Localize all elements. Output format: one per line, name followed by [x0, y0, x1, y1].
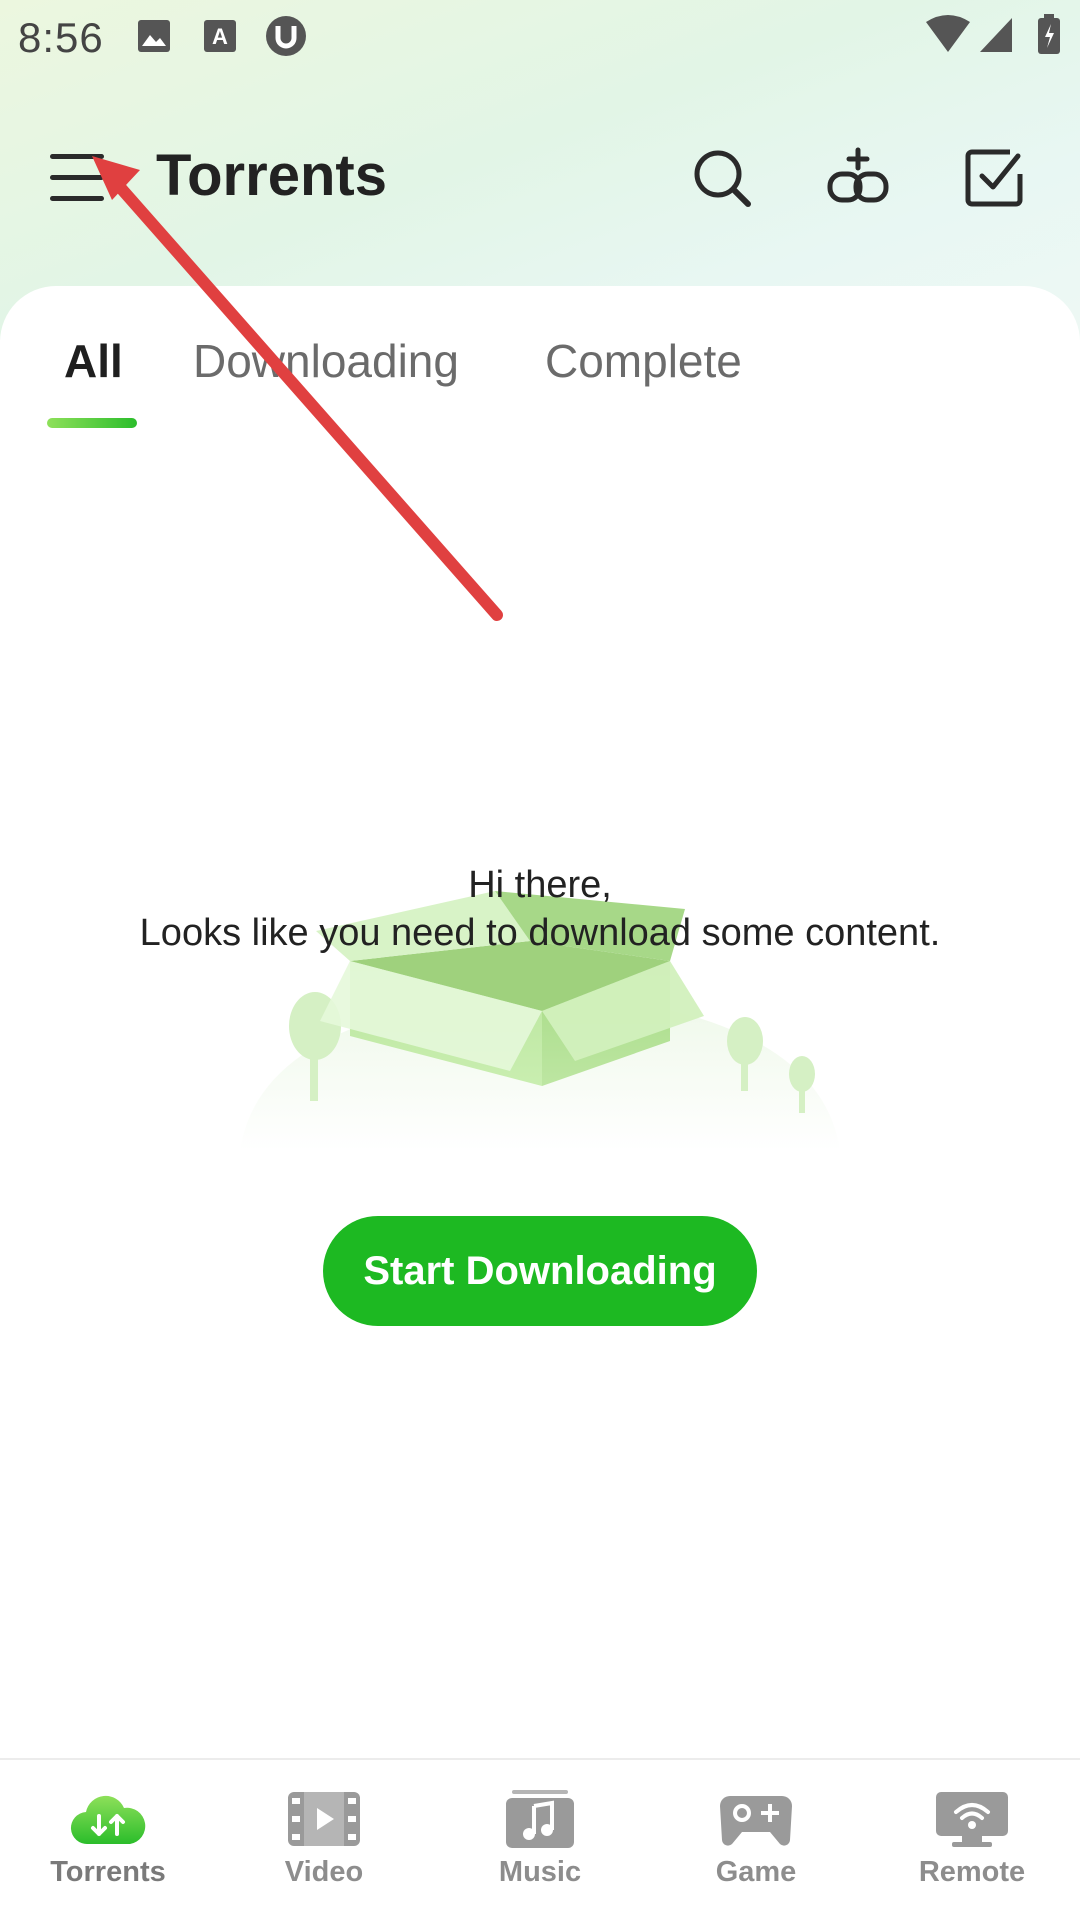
nav-label-game: Game	[715, 1856, 797, 1888]
font-a-icon: A	[204, 20, 236, 52]
tab-complete[interactable]: Complete	[545, 334, 742, 388]
nav-label-video: Video	[284, 1856, 364, 1888]
empty-box-illustration	[240, 891, 840, 1151]
status-bar: 8:56 A	[0, 0, 1080, 76]
wifi-icon	[926, 15, 970, 52]
top-app-bar: Torrents	[0, 120, 1080, 240]
tab-downloading[interactable]: Downloading	[193, 334, 459, 388]
tab-active-indicator	[47, 418, 137, 428]
gamepad-icon	[720, 1796, 792, 1846]
status-time: 8:56	[18, 14, 104, 61]
menu-icon[interactable]	[46, 150, 108, 206]
utorrent-icon	[266, 16, 306, 56]
page-title: Torrents	[156, 143, 387, 208]
music-icon	[506, 1790, 574, 1848]
tab-all[interactable]: All	[64, 334, 123, 388]
signal-icon	[980, 18, 1012, 52]
select-checkbox-icon[interactable]	[962, 146, 1026, 210]
start-downloading-button[interactable]: Start Downloading	[323, 1216, 757, 1326]
nav-game[interactable]: Game	[676, 1788, 836, 1908]
content-card: All Downloading Complete Hi there, Looks…	[0, 286, 1080, 1760]
nav-label-music: Music	[498, 1856, 582, 1888]
image-icon	[138, 20, 170, 52]
search-icon[interactable]	[690, 146, 754, 210]
nav-video[interactable]: Video	[244, 1788, 404, 1908]
svg-text:A: A	[212, 24, 228, 49]
battery-icon	[1038, 14, 1060, 54]
nav-music[interactable]: Music	[460, 1788, 620, 1908]
nav-label-torrents: Torrents	[50, 1856, 166, 1888]
tab-bar: All Downloading Complete	[0, 326, 1080, 426]
cloud-transfer-icon	[70, 1795, 146, 1845]
nav-label-remote: Remote	[918, 1856, 1026, 1888]
empty-state-greeting: Hi there,	[468, 864, 612, 906]
add-link-icon[interactable]	[826, 146, 890, 210]
remote-wifi-icon	[936, 1792, 1008, 1847]
empty-state-message: Looks like you need to download some con…	[139, 912, 941, 954]
nav-remote[interactable]: Remote	[892, 1788, 1052, 1908]
video-icon	[288, 1792, 360, 1846]
bottom-navigation: Torrents Video Music Game Remote	[0, 1758, 1080, 1920]
nav-torrents[interactable]: Torrents	[28, 1788, 188, 1908]
